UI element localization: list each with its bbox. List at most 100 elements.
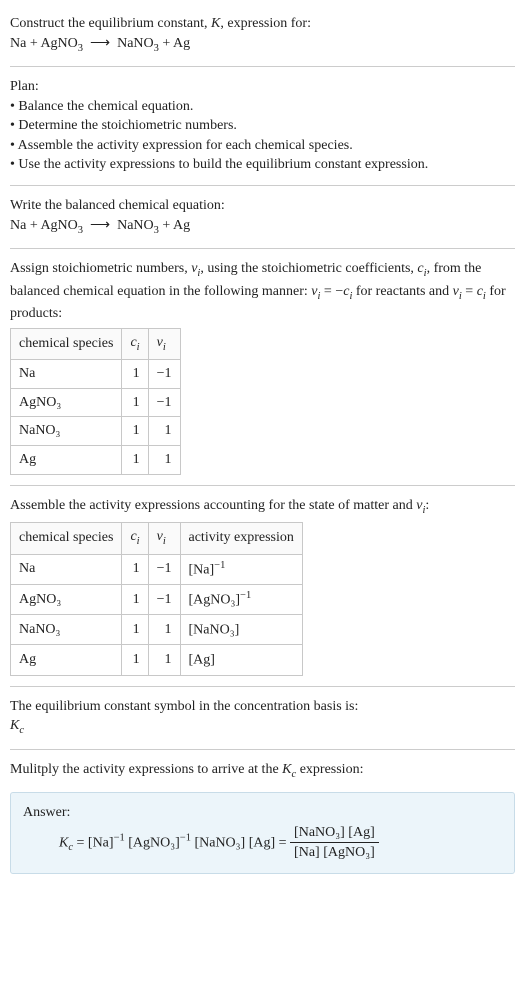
answer-label: Answer: (23, 803, 502, 823)
table-row: NaNO₃11[NaNO₃] (11, 615, 303, 645)
plan-block: Plan: • Balance the chemical equation. •… (10, 71, 515, 181)
table-row: AgNO₃1−1 (11, 388, 181, 417)
table-header-row: chemical species ci νi (11, 328, 181, 359)
answer-box: Answer: Kc = [Na]−1 [AgNO₃]−1 [NaNO₃] [A… (10, 792, 515, 874)
cell-species: Na (11, 554, 122, 584)
cell-ci: 1 (122, 584, 148, 614)
beq-right: NaNO (117, 218, 154, 233)
cell-nui: 1 (148, 645, 180, 675)
eq-left: Na + AgNO (10, 36, 78, 51)
cell-ci: 1 (122, 417, 148, 446)
ans-K: K (59, 835, 68, 850)
eq-right2: + Ag (159, 36, 190, 51)
stoich-t1: Assign stoichiometric numbers, (10, 261, 191, 276)
cell-ci: 1 (122, 645, 148, 675)
reaction-arrow-icon: ⟶ (90, 218, 110, 233)
cell-nui: −1 (148, 388, 180, 417)
balanced-block: Write the balanced chemical equation: Na… (10, 190, 515, 244)
cell-ci: 1 (122, 388, 148, 417)
cell-species: NaNO₃ (11, 615, 122, 645)
eq-left-sub: 3 (78, 42, 83, 53)
stoich-t2: , using the stoichiometric coefficients, (200, 261, 417, 276)
frac-denominator: [Na] [AgNO₃] (290, 843, 379, 863)
kc-K: K (10, 718, 19, 733)
stoich-block: Assign stoichiometric numbers, νi , using… (10, 253, 515, 480)
divider (10, 185, 515, 186)
activity-text: Assemble the activity expressions accoun… (10, 496, 515, 518)
ae-sup: −1 (214, 560, 225, 571)
ae-base: [NaNO₃] (189, 623, 240, 638)
frac-numerator: [NaNO₃] [Ag] (290, 823, 379, 844)
ae-sup: −1 (240, 590, 251, 601)
act-colon: : (425, 498, 429, 513)
cell-ci: 1 (122, 360, 148, 389)
plan-bullet-3: • Assemble the activity expression for e… (10, 136, 515, 156)
cell-nui: −1 (148, 554, 180, 584)
cell-ci: 1 (122, 445, 148, 474)
intro-text: Construct the equilibrium constant, (10, 16, 211, 31)
cell-activity: [NaNO₃] (180, 615, 302, 645)
col-ci: ci (122, 523, 148, 554)
eq-right: NaNO (117, 36, 154, 51)
cell-species: Ag (11, 645, 122, 675)
cell-nui: −1 (148, 360, 180, 389)
activity-block: Assemble the activity expressions accoun… (10, 490, 515, 682)
table-row: AgNO₃1−1[AgNO₃]−1 (11, 584, 303, 614)
cell-species: Na (11, 360, 122, 389)
plan-bullet-4: • Use the activity expressions to build … (10, 155, 515, 175)
beq-left: Na + AgNO (10, 218, 78, 233)
multiply-block: Mulitply the activity expressions to arr… (10, 754, 515, 788)
stoich-rel1: = − (320, 284, 343, 299)
table-row: NaNO₃11 (11, 417, 181, 446)
plan-bullet-2: • Determine the stoichiometric numbers. (10, 116, 515, 136)
table-row: Na1−1[Na]−1 (11, 554, 303, 584)
ans-eq3: [NaNO₃] [Ag] = (191, 835, 290, 850)
beq-right2: + Ag (159, 218, 190, 233)
multiply-text2: expression: (296, 762, 363, 777)
cell-ci: 1 (122, 615, 148, 645)
intro-text2: , expression for: (220, 16, 311, 31)
cell-species: NaNO₃ (11, 417, 122, 446)
cell-nui: −1 (148, 584, 180, 614)
table-row: Ag11[Ag] (11, 645, 303, 675)
table-header-row: chemical species ci νi activity expressi… (11, 523, 303, 554)
divider (10, 248, 515, 249)
ans-eq: = [Na] (73, 835, 114, 850)
stoich-text: Assign stoichiometric numbers, νi, using… (10, 259, 515, 324)
balanced-equation: Na + AgNO3 ⟶ NaNO3 + Ag (10, 218, 190, 233)
activity-table: chemical species ci νi activity expressi… (10, 522, 303, 675)
act-t1: Assemble the activity expressions accoun… (10, 498, 416, 513)
kc-symbol: Kc (10, 716, 515, 738)
cell-species: AgNO₃ (11, 388, 122, 417)
cell-nui: 1 (148, 417, 180, 446)
kc-sub: c (19, 725, 24, 736)
col-species: chemical species (11, 523, 122, 554)
col-nui: νi (148, 328, 180, 359)
plan-bullet-1: • Balance the chemical equation. (10, 97, 515, 117)
stoich-rel2: = (462, 284, 477, 299)
stoich-t4: for reactants and (352, 284, 452, 299)
cell-nui: 1 (148, 615, 180, 645)
intro-equation: Na + AgNO3 ⟶ NaNO3 + Ag (10, 36, 190, 51)
table-row: Ag11 (11, 445, 181, 474)
multiply-text: Mulitply the activity expressions to arr… (10, 762, 282, 777)
ci-i: i (137, 341, 140, 352)
ae-base: [Na] (189, 562, 215, 577)
divider (10, 485, 515, 486)
stoich-table: chemical species ci νi Na1−1 AgNO₃1−1 Na… (10, 328, 181, 475)
plan-title: Plan: (10, 77, 515, 97)
col-activity-expression: activity expression (180, 523, 302, 554)
cell-activity: [Na]−1 (180, 554, 302, 584)
anui-i: i (163, 536, 166, 547)
ae-base: [Ag] (189, 653, 215, 668)
intro-block: Construct the equilibrium constant, K, e… (10, 8, 515, 62)
col-species: chemical species (11, 328, 122, 359)
divider (10, 66, 515, 67)
divider (10, 686, 515, 687)
intro-K: K (211, 16, 220, 31)
cell-activity: [Ag] (180, 645, 302, 675)
aci-i: i (137, 536, 140, 547)
ans-p1: −1 (114, 832, 125, 843)
ae-base: [AgNO₃] (189, 592, 241, 607)
cell-activity: [AgNO₃]−1 (180, 584, 302, 614)
